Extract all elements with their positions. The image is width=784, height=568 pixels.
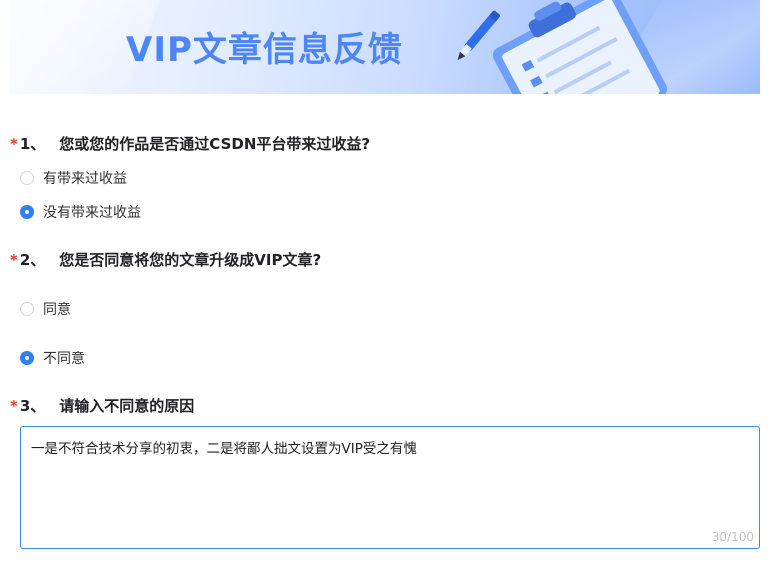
required-star: * [10, 397, 18, 415]
required-star: * [10, 251, 18, 269]
question-1-title: * 1、 您或您的作品是否通过CSDN平台带来过收益? [10, 133, 370, 154]
question-2-title: * 2、 您是否同意将您的文章升级成VIP文章? [10, 249, 321, 270]
question-number: 1、 [19, 135, 46, 153]
q1-option-has-income[interactable]: 有带来过收益 [20, 168, 127, 188]
char-counter: 30/100 [711, 530, 754, 544]
reason-textarea[interactable]: 一是不符合技术分享的初衷，二是将鄙人拙文设置为VIP受之有愧 30/100 [20, 426, 760, 549]
banner-title: VIP文章信息反馈 [126, 30, 403, 70]
radio-checked-icon[interactable] [20, 205, 34, 219]
q1-option-no-income[interactable]: 没有带来过收益 [20, 202, 141, 222]
feedback-form: VIP文章信息反馈 * 1、 您或您的作品是否通过CSDN平台带来过收益? 有带… [0, 0, 784, 568]
q2-option-agree[interactable]: 同意 [20, 299, 71, 319]
question-text: 请输入不同意的原因 [59, 397, 195, 415]
radio-unchecked-icon[interactable] [20, 171, 34, 185]
question-number: 3、 [19, 397, 46, 415]
question-text: 您或您的作品是否通过CSDN平台带来过收益? [59, 135, 371, 153]
clipboard-pen-illustration-icon [457, 0, 668, 94]
question-number: 2、 [19, 251, 46, 269]
question-text: 您是否同意将您的文章升级成VIP文章? [59, 251, 322, 269]
required-star: * [10, 135, 18, 153]
option-label: 没有带来过收益 [43, 205, 141, 221]
radio-checked-icon[interactable] [20, 351, 34, 365]
q2-option-disagree[interactable]: 不同意 [20, 348, 85, 368]
radio-unchecked-icon[interactable] [20, 302, 34, 316]
banner: VIP文章信息反馈 [10, 0, 760, 94]
question-3-title: * 3、 请输入不同意的原因 [10, 395, 194, 416]
option-label: 同意 [43, 302, 71, 318]
reason-text-value[interactable]: 一是不符合技术分享的初衷，二是将鄙人拙文设置为VIP受之有愧 [31, 437, 417, 457]
option-label: 有带来过收益 [43, 171, 127, 187]
option-label: 不同意 [43, 351, 85, 367]
